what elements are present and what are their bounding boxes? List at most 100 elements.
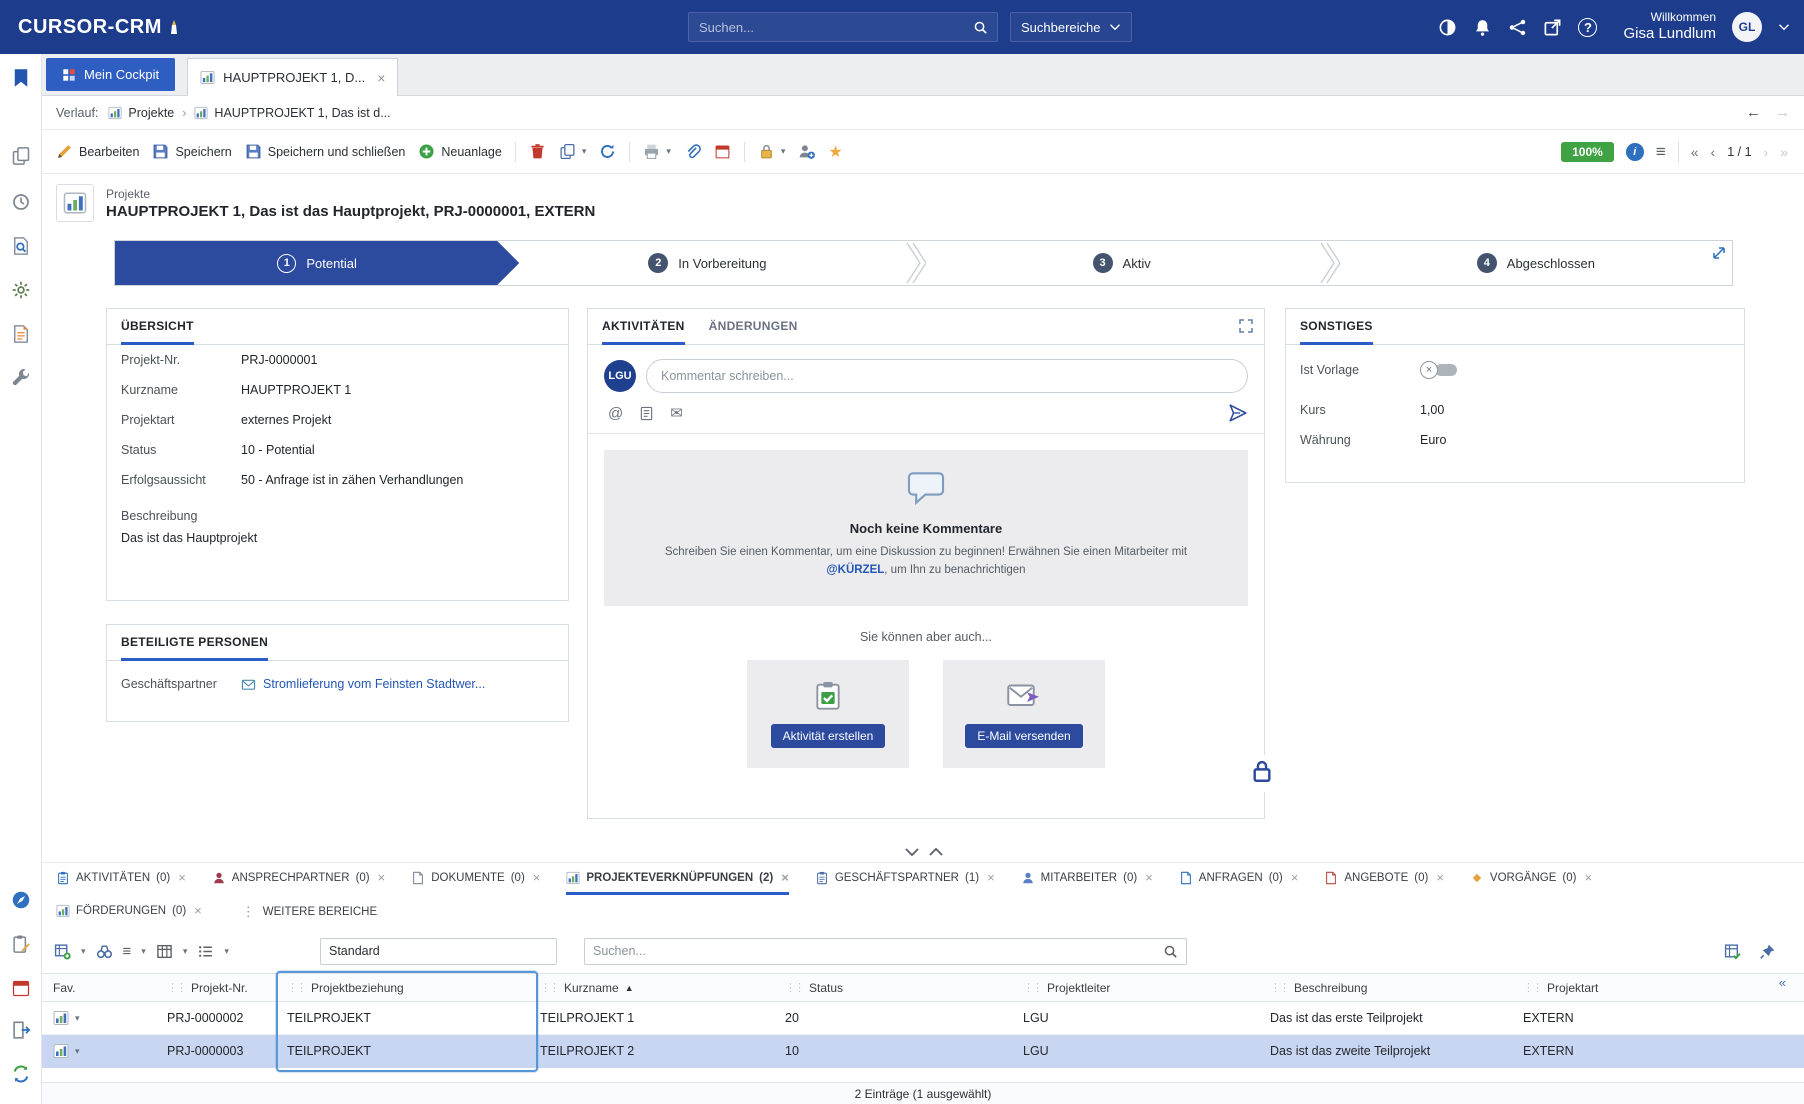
close-icon[interactable]: × xyxy=(1291,870,1299,885)
user-menu-chevron-icon[interactable] xyxy=(1778,23,1790,31)
favorite-star-icon[interactable]: ★ xyxy=(828,142,842,162)
close-icon[interactable]: × xyxy=(987,870,995,885)
speichern-button[interactable]: Speichern xyxy=(152,143,231,160)
tab-vorgaenge[interactable]: VORGÄNGE (0) × xyxy=(1470,863,1592,895)
survey-icon[interactable] xyxy=(639,406,654,421)
tab-uebersicht[interactable]: ÜBERSICHT xyxy=(121,319,194,345)
close-icon[interactable]: × xyxy=(378,870,386,885)
tab-anfragen[interactable]: ANFRAGEN (0) × xyxy=(1179,863,1299,895)
new-record-table-icon[interactable] xyxy=(54,943,71,960)
column-header-beschreibung[interactable]: ⋮⋮Beschreibung xyxy=(1270,981,1523,995)
prev-page-icon[interactable]: ‹ xyxy=(1711,144,1716,160)
aktivitaet-erstellen-button[interactable]: Aktivität erstellen xyxy=(771,724,886,748)
suchbereiche-dropdown[interactable]: Suchbereiche xyxy=(1010,12,1132,42)
tab-dokumente[interactable]: DOKUMENTE (0) × xyxy=(411,863,540,895)
gear-icon[interactable] xyxy=(11,280,31,300)
document-icon[interactable] xyxy=(11,324,31,344)
tab-projekteverknuepfungen[interactable]: PROJEKTEVERKNÜPFUNGEN (2) × xyxy=(566,863,788,895)
wrench-icon[interactable] xyxy=(11,368,31,388)
create-activity-card[interactable]: Aktivität erstellen xyxy=(747,660,909,768)
caret-down-icon[interactable]: ▾ xyxy=(224,946,229,957)
target-navigator-icon[interactable] xyxy=(11,890,31,910)
paperclip-icon[interactable] xyxy=(684,143,701,160)
caret-down-icon[interactable]: ▾ xyxy=(183,946,188,957)
clipboard-edit-icon[interactable] xyxy=(11,934,31,954)
close-icon[interactable]: × xyxy=(178,870,186,885)
forward-arrow-icon[interactable]: → xyxy=(1775,104,1790,121)
tab-mitarbeiter[interactable]: MITARBEITER (0) × xyxy=(1021,863,1153,895)
copy-pages-icon[interactable] xyxy=(11,146,31,166)
next-page-icon[interactable]: › xyxy=(1764,144,1769,160)
neuanlage-button[interactable]: Neuanlage xyxy=(418,143,501,160)
report-calendar-icon[interactable] xyxy=(714,143,731,160)
zoom-badge[interactable]: 100% xyxy=(1561,142,1614,162)
caret-down-icon[interactable]: ▾ xyxy=(75,1046,80,1057)
tab-hauptprojekt[interactable]: HAUPTPROJEKT 1, D... × xyxy=(187,58,398,96)
sync-arrows-icon[interactable] xyxy=(11,1064,31,1084)
caret-down-icon[interactable]: ▾ xyxy=(141,946,146,957)
binoculars-search-icon[interactable] xyxy=(96,943,113,960)
milestone-step-potential[interactable]: 1 Potential xyxy=(115,241,519,285)
email-versenden-button[interactable]: E-Mail versenden xyxy=(965,724,1082,748)
column-header-kurzname[interactable]: ⋮⋮Kurzname▲ xyxy=(540,981,785,995)
refresh-icon[interactable] xyxy=(599,143,616,160)
breadcrumb-projekte[interactable]: Projekte xyxy=(108,106,174,120)
avatar[interactable]: GL xyxy=(1732,12,1762,42)
tab-angebote[interactable]: ANGEBOTE (0) × xyxy=(1324,863,1444,895)
print-button[interactable]: ▾ xyxy=(643,143,671,160)
list-view-icon[interactable] xyxy=(197,943,214,960)
speichern-und-schliessen-button[interactable]: Speichern und schließen xyxy=(245,143,406,160)
notifications-bell-icon[interactable] xyxy=(1473,18,1492,37)
tab-geschaeftspartner[interactable]: GESCHÄFTSPARTNER (1) × xyxy=(815,863,995,895)
tab-beteiligte-personen[interactable]: BETEILIGTE PERSONEN xyxy=(121,635,268,661)
back-arrow-icon[interactable]: ← xyxy=(1746,104,1761,121)
comment-input[interactable] xyxy=(646,359,1248,393)
ist-vorlage-toggle[interactable]: × xyxy=(1420,361,1457,379)
tab-aktivitaeten-bottom[interactable]: AKTIVITÄTEN (0) × xyxy=(56,863,186,895)
bearbeiten-button[interactable]: Bearbeiten xyxy=(56,143,139,160)
close-icon[interactable]: × xyxy=(1584,870,1592,885)
external-link-icon[interactable] xyxy=(1543,18,1562,37)
last-page-icon[interactable]: » xyxy=(1780,144,1788,160)
first-page-icon[interactable]: « xyxy=(1691,144,1699,160)
grid-menu-icon[interactable]: ≡ xyxy=(123,943,132,960)
geschaeftspartner-link[interactable]: Stromlieferung vom Feinsten Stadtwer... xyxy=(263,677,485,692)
milestone-step-abgeschlossen[interactable]: 4 Abgeschlossen xyxy=(1340,241,1732,285)
milestone-step-aktiv[interactable]: 3 Aktiv xyxy=(926,241,1318,285)
contrast-icon[interactable] xyxy=(1438,18,1457,37)
close-icon[interactable]: × xyxy=(533,870,541,885)
view-select-input[interactable] xyxy=(320,938,557,965)
lock-button[interactable]: ▾ xyxy=(758,143,786,160)
caret-down-icon[interactable]: ▾ xyxy=(75,1013,80,1024)
export-door-icon[interactable] xyxy=(11,1020,31,1040)
pin-icon[interactable] xyxy=(1759,943,1776,960)
breadcrumb-current[interactable]: HAUPTPROJEKT 1, Das ist d... xyxy=(194,106,390,120)
caret-down-icon[interactable]: ▾ xyxy=(81,946,86,957)
column-header-fav[interactable]: Fav. xyxy=(53,981,167,995)
info-icon[interactable]: i xyxy=(1626,143,1644,161)
milestone-step-in-vorbereitung[interactable]: 2 In Vorbereitung xyxy=(511,241,903,285)
row-fav-cell[interactable]: ▾ xyxy=(53,1010,167,1026)
calendar-icon[interactable] xyxy=(11,978,31,998)
tab-aenderungen[interactable]: ÄNDERUNGEN xyxy=(709,319,798,345)
collapse-down-icon[interactable] xyxy=(904,844,922,858)
copy-record-button[interactable]: ▾ xyxy=(559,143,587,160)
tab-sonstiges[interactable]: SONSTIGES xyxy=(1300,319,1373,345)
grid-search-input[interactable] xyxy=(585,944,1163,958)
history-clock-icon[interactable] xyxy=(11,192,31,212)
row-fav-cell[interactable]: ▾ xyxy=(53,1043,167,1059)
search-icon[interactable] xyxy=(1163,944,1178,959)
tab-aktivitaeten[interactable]: AKTIVITÄTEN xyxy=(602,319,685,345)
email-icon[interactable]: ✉ xyxy=(670,404,683,422)
mention-at-icon[interactable]: @ xyxy=(608,405,623,422)
add-person-icon[interactable] xyxy=(798,143,815,160)
column-header-projektart[interactable]: ⋮⋮Projektart xyxy=(1523,981,1770,995)
column-header-projektbeziehung[interactable]: ⋮⋮Projektbeziehung xyxy=(287,981,540,995)
global-search-input[interactable] xyxy=(689,20,973,35)
close-icon[interactable]: × xyxy=(1145,870,1153,885)
close-icon[interactable]: × xyxy=(1436,870,1444,885)
tab-mein-cockpit[interactable]: Mein Cockpit xyxy=(46,58,175,91)
send-comment-icon[interactable] xyxy=(1228,403,1248,423)
share-icon[interactable] xyxy=(1508,18,1527,37)
menu-icon[interactable]: ≡ xyxy=(1656,142,1666,162)
